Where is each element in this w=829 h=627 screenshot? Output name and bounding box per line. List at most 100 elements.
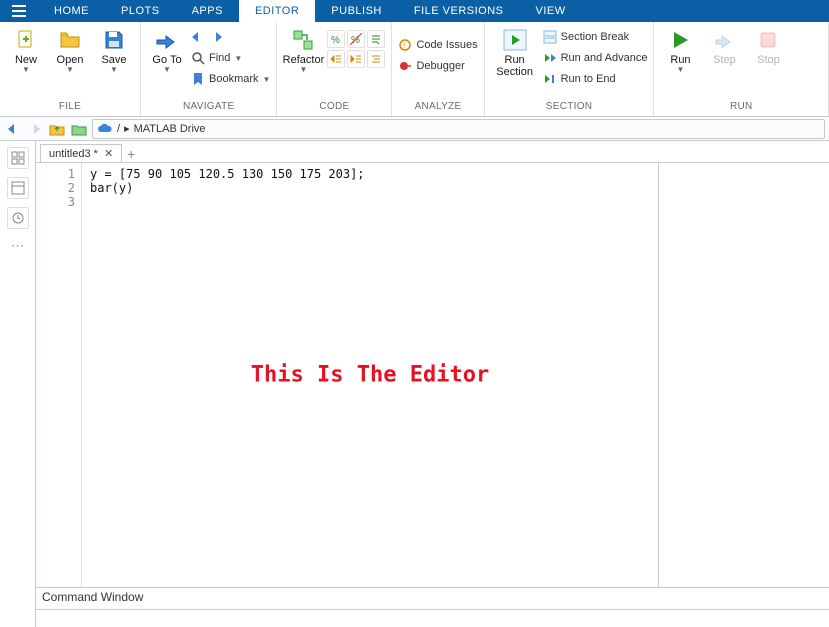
path-breadcrumb[interactable]: / ▸ MATLAB Drive bbox=[92, 119, 825, 139]
find-button[interactable]: Find ▼ bbox=[191, 49, 270, 67]
folder-up-button[interactable] bbox=[48, 120, 66, 138]
breadcrumb-sep: / bbox=[117, 123, 120, 135]
dropdown-caret-icon: ▼ bbox=[299, 68, 307, 73]
open-button[interactable]: Open ▼ bbox=[50, 26, 90, 73]
play-icon bbox=[668, 28, 692, 52]
top-tab-plots[interactable]: PLOTS bbox=[105, 0, 176, 22]
new-button[interactable]: New ▼ bbox=[6, 26, 46, 73]
run-to-end-label: Run to End bbox=[561, 73, 616, 85]
command-window[interactable] bbox=[36, 609, 829, 627]
debugger-icon bbox=[398, 59, 412, 73]
nav-back-button[interactable] bbox=[4, 120, 22, 138]
section-break-icon bbox=[543, 30, 557, 44]
top-tab-editor[interactable]: EDITOR bbox=[239, 0, 315, 22]
save-icon bbox=[102, 28, 126, 52]
nav-back-forward[interactable] bbox=[191, 28, 270, 46]
stop-icon bbox=[756, 28, 780, 52]
run-section-button[interactable]: Run Section bbox=[491, 26, 539, 78]
save-button[interactable]: Save ▼ bbox=[94, 26, 134, 73]
top-tab-home[interactable]: HOME bbox=[38, 0, 105, 22]
side-tool-history[interactable] bbox=[7, 207, 29, 229]
code-issues-icon: ! bbox=[398, 38, 412, 52]
grid-icon bbox=[11, 151, 25, 165]
code-tool-2[interactable]: % bbox=[347, 30, 365, 48]
folder-browse-button[interactable] bbox=[70, 120, 88, 138]
bookmark-icon bbox=[191, 72, 205, 86]
debugger-label: Debugger bbox=[416, 60, 464, 72]
clock-icon bbox=[11, 211, 25, 225]
nav-forward-button[interactable] bbox=[26, 120, 44, 138]
step-icon bbox=[712, 28, 736, 52]
find-label: Find bbox=[209, 52, 230, 64]
top-tab-file-versions[interactable]: FILE VERSIONS bbox=[398, 0, 520, 22]
bookmark-button[interactable]: Bookmark ▼ bbox=[191, 70, 270, 88]
top-tab-view[interactable]: VIEW bbox=[520, 0, 582, 22]
top-tab-publish[interactable]: PUBLISH bbox=[315, 0, 398, 22]
code-line: y = [75 90 105 120.5 130 150 175 203]; bbox=[90, 167, 365, 181]
indent-icon bbox=[330, 53, 342, 65]
refactor-icon bbox=[291, 28, 315, 52]
section-break-button[interactable]: Section Break bbox=[543, 28, 648, 46]
line-number: 2 bbox=[42, 181, 75, 195]
step-button[interactable]: Step bbox=[704, 26, 744, 66]
group-label-navigate: NAVIGATE bbox=[147, 99, 270, 116]
section-break-label: Section Break bbox=[561, 31, 629, 43]
group-label-section: SECTION bbox=[491, 99, 648, 116]
run-and-advance-label: Run and Advance bbox=[561, 52, 648, 64]
code-tool-1[interactable]: % bbox=[327, 30, 345, 48]
goto-icon bbox=[154, 28, 180, 52]
run-button[interactable]: Run ▼ bbox=[660, 26, 700, 73]
arrow-left-icon bbox=[6, 123, 20, 135]
file-tab-name: untitled3 * bbox=[49, 148, 98, 160]
top-tab-apps[interactable]: APPS bbox=[176, 0, 239, 22]
code-issues-label: Code Issues bbox=[416, 39, 477, 51]
group-label-run: RUN bbox=[660, 99, 822, 116]
code-editor[interactable]: y = [75 90 105 120.5 130 150 175 203]; b… bbox=[82, 163, 659, 587]
line-number: 3 bbox=[42, 195, 75, 209]
run-to-end-button[interactable]: Run to End bbox=[543, 70, 648, 88]
code-line: bar(y) bbox=[90, 181, 133, 195]
dropdown-caret-icon: ▼ bbox=[263, 75, 271, 84]
format-icon bbox=[370, 53, 382, 65]
add-tab-button[interactable]: + bbox=[122, 146, 140, 162]
arrow-left-icon bbox=[191, 31, 205, 43]
dropdown-caret-icon: ▼ bbox=[677, 68, 685, 73]
step-label: Step bbox=[713, 54, 736, 66]
bookmark-label: Bookmark bbox=[209, 73, 259, 85]
line-number-gutter: 1 2 3 bbox=[42, 163, 82, 587]
refactor-button[interactable]: Refactor ▼ bbox=[283, 26, 323, 73]
run-and-advance-button[interactable]: Run and Advance bbox=[543, 49, 648, 67]
code-tool-3[interactable] bbox=[367, 30, 385, 48]
code-tool-6[interactable] bbox=[367, 50, 385, 68]
arrow-right-icon bbox=[209, 31, 223, 43]
group-label-file: FILE bbox=[6, 99, 134, 116]
breadcrumb-sep-icon: ▸ bbox=[124, 122, 130, 135]
dropdown-caret-icon: ▼ bbox=[234, 54, 242, 63]
file-tab[interactable]: untitled3 * ✕ bbox=[40, 144, 122, 162]
stop-button[interactable]: Stop bbox=[748, 26, 788, 66]
code-tool-5[interactable] bbox=[347, 50, 365, 68]
arrow-right-icon bbox=[28, 123, 42, 135]
hamburger-menu[interactable] bbox=[0, 0, 38, 22]
new-file-icon bbox=[14, 28, 38, 52]
goto-button[interactable]: Go To ▼ bbox=[147, 26, 187, 73]
run-to-end-icon bbox=[543, 72, 557, 86]
group-label-code: CODE bbox=[283, 99, 385, 116]
dropdown-caret-icon: ▼ bbox=[163, 68, 171, 73]
wrap-icon bbox=[370, 33, 382, 45]
percent-strike-icon: % bbox=[350, 33, 362, 45]
code-tool-4[interactable] bbox=[327, 50, 345, 68]
side-tool-files[interactable] bbox=[7, 147, 29, 169]
command-window-title[interactable]: Command Window bbox=[36, 587, 829, 609]
debugger-button[interactable]: Debugger bbox=[398, 57, 477, 75]
code-issues-button[interactable]: ! Code Issues bbox=[398, 36, 477, 54]
group-label-analyze: ANALYZE bbox=[398, 99, 477, 116]
cloud-icon bbox=[97, 123, 113, 135]
close-tab-icon[interactable]: ✕ bbox=[104, 147, 113, 160]
folder-gear-icon bbox=[71, 122, 87, 136]
svg-text:%: % bbox=[331, 35, 340, 45]
dropdown-caret-icon: ▼ bbox=[110, 68, 118, 73]
side-tool-workspace[interactable] bbox=[7, 177, 29, 199]
run-advance-icon bbox=[543, 51, 557, 65]
side-tool-more[interactable]: ⋯ bbox=[11, 237, 25, 254]
